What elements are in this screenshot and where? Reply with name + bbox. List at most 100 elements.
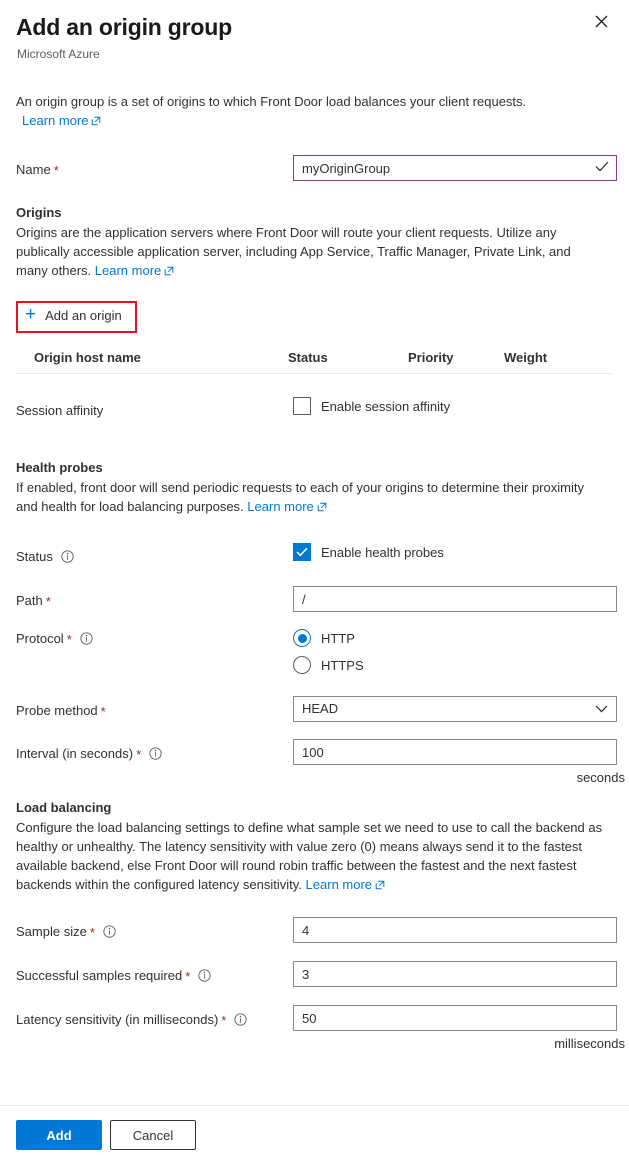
load-balancing-section: Load balancing Configure the load balanc… [16, 799, 625, 1051]
latency-sensitivity-required-asterisk: * [221, 1013, 227, 1028]
latency-sensitivity-unit-label: milliseconds [554, 1036, 625, 1051]
info-icon[interactable] [149, 747, 162, 760]
origins-title: Origins [16, 205, 62, 220]
origins-learn-more-link[interactable]: Learn more [95, 263, 161, 278]
interval-field: seconds [293, 739, 625, 785]
path-label: Path * [16, 586, 293, 609]
session-affinity-label: Session affinity [16, 396, 293, 419]
load-balancing-title: Load balancing [16, 800, 112, 815]
column-header-priority[interactable]: Priority [408, 350, 504, 365]
probe-method-required-asterisk: * [100, 704, 106, 719]
name-required-asterisk: * [53, 163, 59, 178]
enable-session-affinity-checkbox-row[interactable]: Enable session affinity [293, 397, 450, 415]
successful-samples-label: Successful samples required * [16, 961, 293, 984]
info-icon[interactable] [234, 1013, 248, 1026]
successful-samples-input[interactable] [293, 961, 617, 987]
column-header-origin-host-name[interactable]: Origin host name [16, 350, 288, 365]
column-header-status[interactable]: Status [288, 350, 408, 365]
name-row: Name * [16, 155, 617, 181]
path-required-asterisk: * [45, 594, 51, 609]
probe-method-field: HEAD [293, 696, 617, 722]
health-probes-section: Health probes If enabled, front door wil… [16, 459, 625, 785]
add-origin-group-panel: Add an origin group Microsoft Azure An o… [0, 0, 629, 1169]
successful-samples-label-text: Successful samples required [16, 968, 183, 983]
info-icon[interactable] [103, 925, 116, 938]
successful-samples-row: Successful samples required * [16, 961, 617, 987]
origins-table-divider [16, 373, 613, 374]
add-button[interactable]: Add [16, 1120, 102, 1150]
name-input[interactable] [293, 155, 617, 181]
external-link-icon [91, 112, 101, 131]
name-label: Name * [16, 155, 293, 178]
plus-icon: + [25, 304, 37, 325]
page-subtitle: Microsoft Azure [17, 47, 100, 61]
latency-sensitivity-input[interactable] [293, 1005, 617, 1031]
protocol-required-asterisk: * [66, 632, 72, 647]
path-row: Path * [16, 586, 617, 612]
probe-method-row: Probe method * HEAD [16, 696, 617, 722]
panel-header: Add an origin group Microsoft Azure [0, 0, 629, 62]
health-probes-description: If enabled, front door will send periodi… [16, 478, 606, 517]
sample-size-label: Sample size * [16, 917, 293, 940]
protocol-option-https[interactable]: HTTPS [293, 656, 613, 674]
sample-size-row: Sample size * [16, 917, 617, 943]
origins-section: Origins Origins are the application serv… [16, 204, 613, 374]
load-balancing-description: Configure the load balancing settings to… [16, 818, 606, 895]
panel-footer: Add Cancel [0, 1105, 629, 1169]
health-probe-status-field: Enable health probes [293, 542, 613, 562]
radio-http[interactable] [293, 629, 311, 647]
radio-https[interactable] [293, 656, 311, 674]
intro-description: An origin group is a set of origins to w… [16, 92, 596, 131]
protocol-option-https-label: HTTPS [321, 657, 364, 673]
probe-method-select[interactable]: HEAD [293, 696, 617, 722]
health-probe-status-label: Status [16, 542, 293, 565]
intro-learn-more-link[interactable]: Learn more [22, 113, 88, 128]
health-probes-title: Health probes [16, 460, 103, 475]
origins-description: Origins are the application servers wher… [16, 223, 606, 281]
health-probes-learn-more-link[interactable]: Learn more [247, 499, 313, 514]
latency-sensitivity-label-text: Latency sensitivity (in milliseconds) [16, 1012, 219, 1027]
enable-health-probes-checkbox[interactable] [293, 543, 311, 561]
cancel-button[interactable]: Cancel [110, 1120, 196, 1150]
enable-session-affinity-checkbox[interactable] [293, 397, 311, 415]
interval-input[interactable] [293, 739, 617, 765]
probe-method-selected-value: HEAD [302, 701, 339, 716]
successful-samples-field [293, 961, 617, 987]
health-probe-status-label-text: Status [16, 549, 53, 564]
session-affinity-field: Enable session affinity [293, 396, 613, 420]
external-link-icon [375, 876, 385, 895]
latency-sensitivity-field: milliseconds [293, 1005, 625, 1051]
load-balancing-learn-more-link[interactable]: Learn more [306, 877, 372, 892]
enable-health-probes-label: Enable health probes [321, 544, 444, 560]
interval-label: Interval (in seconds) * [16, 739, 293, 762]
latency-sensitivity-label: Latency sensitivity (in milliseconds) * [16, 1005, 293, 1028]
name-label-text: Name [16, 162, 51, 177]
add-an-origin-button[interactable]: + Add an origin [25, 304, 122, 325]
add-origin-highlight-box: + Add an origin [16, 301, 137, 333]
health-probe-status-row: Status Enable health probes [16, 542, 613, 565]
protocol-option-http[interactable]: HTTP [293, 629, 613, 647]
origins-table-header: Origin host name Status Priority Weight [16, 350, 613, 373]
info-icon[interactable] [198, 969, 211, 982]
session-affinity-label-text: Session affinity [16, 403, 104, 418]
panel-content: An origin group is a set of origins to w… [0, 62, 629, 1105]
sample-size-input[interactable] [293, 917, 617, 943]
add-origin-highlight-wrapper: + Add an origin [16, 301, 613, 333]
protocol-option-http-label: HTTP [321, 630, 355, 646]
path-label-text: Path [16, 593, 43, 608]
external-link-icon [164, 262, 174, 281]
column-header-weight[interactable]: Weight [504, 350, 613, 365]
interval-row: Interval (in seconds) * seconds [16, 739, 625, 785]
info-icon[interactable] [61, 550, 74, 563]
protocol-field: HTTP HTTPS [293, 629, 613, 683]
sample-size-required-asterisk: * [89, 925, 95, 940]
external-link-icon [317, 498, 327, 517]
protocol-row: Protocol * HTTP HTTPS [16, 629, 613, 683]
path-input[interactable] [293, 586, 617, 612]
probe-method-label: Probe method * [16, 696, 293, 719]
successful-samples-required-asterisk: * [185, 969, 191, 984]
info-icon[interactable] [80, 632, 93, 645]
close-button[interactable] [585, 8, 617, 40]
session-affinity-row: Session affinity Enable session affinity [16, 396, 613, 420]
enable-health-probes-checkbox-row[interactable]: Enable health probes [293, 543, 444, 561]
